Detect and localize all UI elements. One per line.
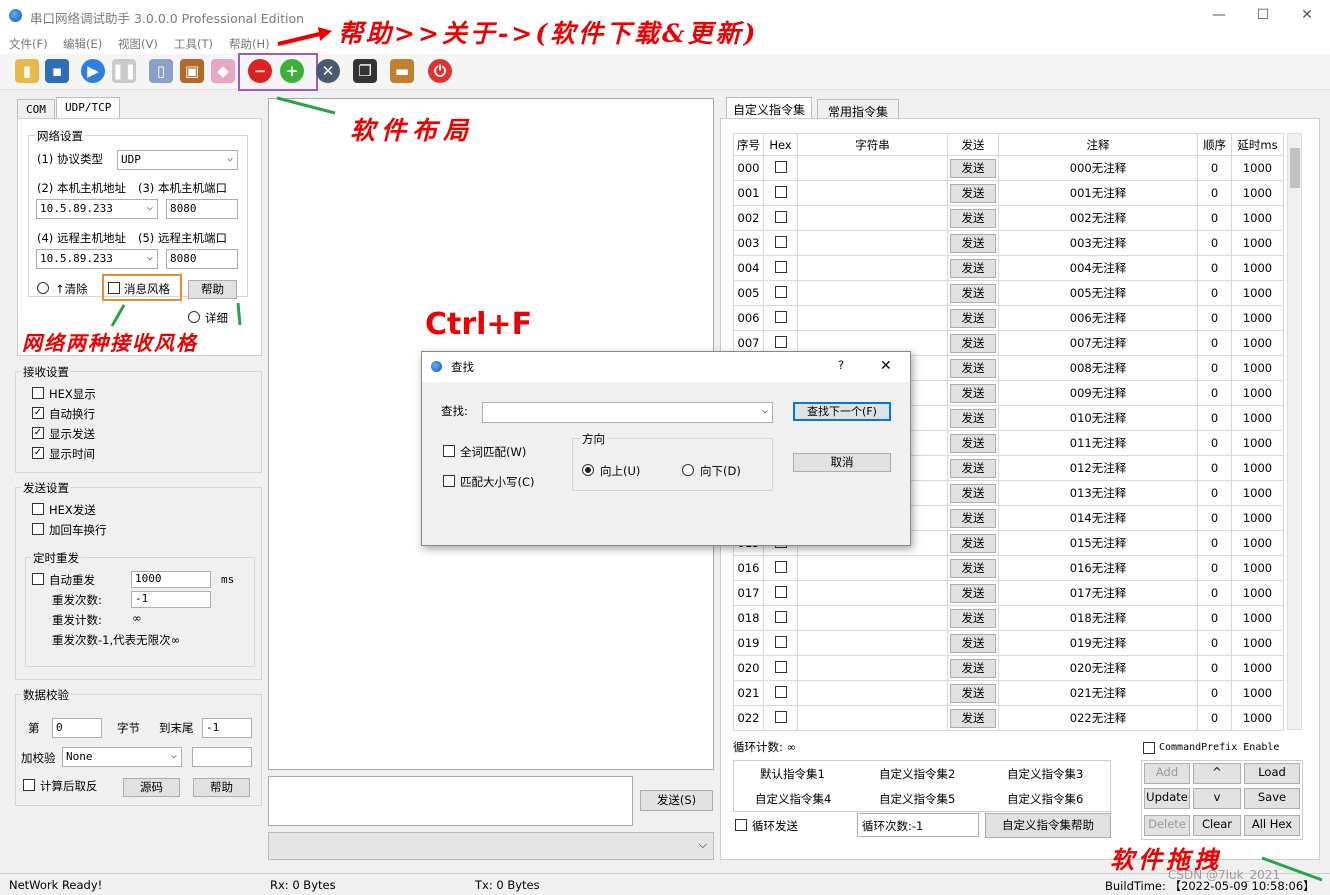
- arrow-green-style-1: [110, 304, 126, 327]
- arrow-red-head: [318, 27, 332, 41]
- arrow-green-layout: [276, 96, 336, 115]
- arrow-green-style-2: [236, 302, 242, 326]
- arrow-green-drag: [1261, 856, 1323, 882]
- annotation-arrows: [110, 27, 1323, 882]
